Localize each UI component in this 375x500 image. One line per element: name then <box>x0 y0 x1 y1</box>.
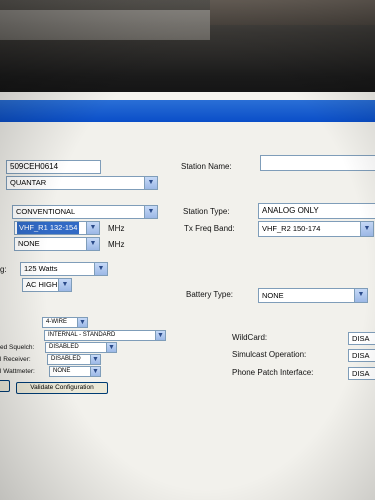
model-value: QUANTAR <box>10 178 47 187</box>
internal-value: INTERNAL - STANDARD <box>48 332 116 338</box>
tx-freq-band-label: Tx Freq Band: <box>184 224 235 233</box>
wattmeter-select[interactable]: NONE ▼ <box>49 366 101 377</box>
chevron-down-icon[interactable]: ▼ <box>360 222 373 236</box>
phone-patch-field[interactable]: DISA <box>348 367 375 380</box>
wire-value: 4-WIRE <box>46 319 67 325</box>
tx-freq-band-value: VHF_R2 150-174 <box>262 224 321 233</box>
power-label: g: <box>0 265 7 274</box>
second-band-unit: MHz <box>108 240 125 249</box>
internal-select[interactable]: INTERNAL - STANDARD ▼ <box>44 330 166 341</box>
chevron-down-icon[interactable]: ▼ <box>77 318 87 327</box>
receiver-label: l Receiver: <box>0 356 31 363</box>
chevron-down-icon[interactable]: ▼ <box>144 177 157 189</box>
squelch-label: ed Squelch: <box>0 344 35 351</box>
chevron-down-icon[interactable]: ▼ <box>86 222 99 234</box>
rx-band-select[interactable]: VHF_R1 132-154 ▼ <box>14 221 100 235</box>
mode-value: CONVENTIONAL <box>16 207 76 216</box>
model-select[interactable]: QUANTAR ▼ <box>6 176 158 190</box>
battery-type-select[interactable]: NONE ▼ <box>258 288 368 303</box>
wildcard-label: WildCard: <box>232 333 268 342</box>
battery-type-label: Battery Type: <box>186 290 233 299</box>
second-band-select[interactable]: NONE ▼ <box>14 237 100 251</box>
power-select[interactable]: 125 Watts ▼ <box>20 262 108 276</box>
validate-configuration-button[interactable]: Validate Configuration <box>16 382 108 394</box>
chevron-down-icon[interactable]: ▼ <box>86 238 99 250</box>
chevron-down-icon[interactable]: ▼ <box>354 289 367 302</box>
chevron-down-icon[interactable]: ▼ <box>106 343 116 352</box>
squelch-value: DISABLED <box>49 344 79 350</box>
window-titlebar <box>0 100 375 122</box>
ac-select[interactable]: AC HIGH ▼ <box>22 278 72 292</box>
chevron-down-icon[interactable]: ▼ <box>58 279 71 291</box>
background-object <box>210 0 375 25</box>
screen: 509CEH0614 Station Name: QUANTAR ▼ CONVE… <box>0 92 375 500</box>
power-value: 125 Watts <box>24 264 58 273</box>
rx-band-value: VHF_R1 132-154 <box>17 222 80 234</box>
configuration-panel: 509CEH0614 Station Name: QUANTAR ▼ CONVE… <box>0 122 375 500</box>
tx-freq-band-select[interactable]: VHF_R2 150-174 ▼ <box>258 221 374 237</box>
chevron-down-icon[interactable]: ▼ <box>90 355 100 364</box>
rx-band-unit: MHz <box>108 224 125 233</box>
battery-type-value: NONE <box>262 291 284 300</box>
phone-patch-label: Phone Patch Interface: <box>232 368 314 377</box>
station-name-label: Station Name: <box>181 162 232 171</box>
mode-select[interactable]: CONVENTIONAL ▼ <box>12 205 158 219</box>
ac-value: AC HIGH <box>26 280 58 289</box>
second-band-value: NONE <box>18 239 40 248</box>
squelch-select[interactable]: DISABLED ▼ <box>45 342 117 353</box>
receiver-select[interactable]: DISABLED ▼ <box>47 354 101 365</box>
serial-number-field[interactable]: 509CEH0614 <box>6 160 101 174</box>
station-name-field[interactable] <box>260 155 375 171</box>
wattmeter-label: l Wattmeter: <box>0 368 35 375</box>
partial-button[interactable] <box>0 380 10 392</box>
wattmeter-value: NONE <box>53 368 71 374</box>
simulcast-label: Simulcast Operation: <box>232 350 307 359</box>
background-shelf <box>0 10 210 40</box>
receiver-value: DISABLED <box>51 356 81 362</box>
station-type-label: Station Type: <box>183 207 230 216</box>
station-type-field[interactable]: ANALOG ONLY <box>258 203 375 219</box>
wire-select[interactable]: 4-WIRE ▼ <box>42 317 88 328</box>
chevron-down-icon[interactable]: ▼ <box>144 206 157 218</box>
chevron-down-icon[interactable]: ▼ <box>90 367 100 376</box>
chevron-down-icon[interactable]: ▼ <box>94 263 107 275</box>
simulcast-field[interactable]: DISA <box>348 349 375 362</box>
chevron-down-icon[interactable]: ▼ <box>155 331 165 340</box>
wildcard-field[interactable]: DISA <box>348 332 375 345</box>
